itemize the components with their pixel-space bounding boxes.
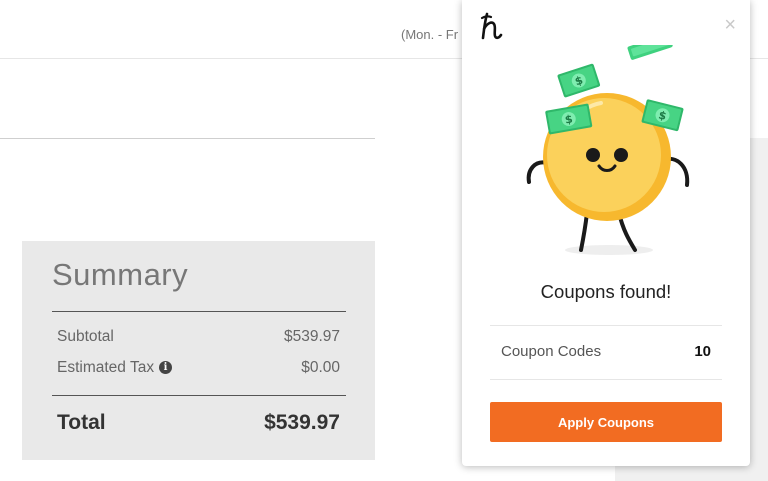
honey-logo-icon (480, 12, 503, 40)
info-icon[interactable]: i (159, 361, 173, 375)
order-summary: Summary Subtotal $539.97 Estimated Tax i … (22, 241, 375, 460)
total-label: Total (57, 411, 106, 434)
subtotal-value: $539.97 (283, 328, 340, 345)
popup-divider (490, 379, 722, 380)
tax-row: Estimated Tax i $0.00 (57, 359, 340, 377)
summary-title: Summary (52, 257, 189, 292)
total-value: $539.97 (264, 411, 340, 434)
store-hours-text: (Mon. - Fr (401, 27, 459, 42)
tax-label: Estimated Tax (57, 359, 155, 376)
subtotal-row: Subtotal $539.97 (57, 328, 340, 346)
subtotal-label: Subtotal (57, 328, 114, 345)
coupons-found-heading: Coupons found! (540, 281, 672, 302)
coupon-popup: × $ $ $ Coupons found! Coupon Codes 10 A… (462, 0, 750, 466)
coupon-codes-label: Coupon Codes (501, 343, 602, 360)
tax-value: $0.00 (301, 359, 340, 376)
apply-coupons-button[interactable]: Apply Coupons (490, 402, 722, 442)
divider (0, 138, 375, 139)
summary-divider (52, 311, 346, 312)
total-row: Total $539.97 (57, 411, 340, 435)
close-icon[interactable]: × (724, 15, 736, 35)
summary-divider-bottom (52, 395, 346, 396)
coupon-codes-row: Coupon Codes 10 (501, 343, 711, 360)
coupon-codes-count: 10 (694, 343, 711, 360)
coin-mascot-illustration: $ $ $ (526, 45, 690, 255)
popup-divider (490, 325, 722, 326)
